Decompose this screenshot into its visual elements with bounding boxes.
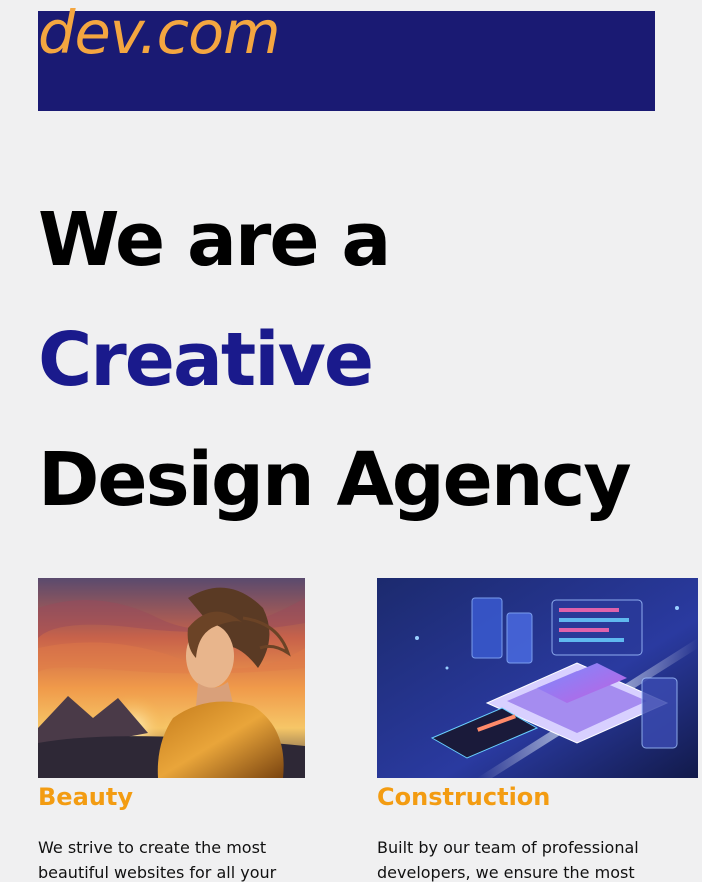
site-logo[interactable]: dev.com: [38, 3, 281, 62]
hero-line-1: We are a: [38, 197, 391, 283]
card-construction[interactable]: Construction Built by our team of profes…: [377, 578, 698, 882]
card-text-construction: Built by our team of professional develo…: [377, 838, 639, 882]
card-beauty[interactable]: Beauty We strive to create the most beau…: [38, 578, 305, 882]
isometric-laptop-image[interactable]: [377, 578, 698, 778]
hero-heading: We are a Creative Design Agency: [38, 180, 678, 540]
card-text-beauty: We strive to create the most beautiful w…: [38, 838, 277, 882]
page: dev.com We are a Creative Design Agency: [0, 0, 702, 882]
card-title-beauty[interactable]: Beauty: [38, 782, 305, 812]
portrait-sunset-image[interactable]: [38, 578, 305, 778]
card-title-construction[interactable]: Construction: [377, 782, 698, 812]
header-bar: dev.com: [38, 3, 655, 111]
hero-line-2: Creative: [38, 317, 374, 403]
hero-line-3: Design Agency: [38, 437, 632, 523]
